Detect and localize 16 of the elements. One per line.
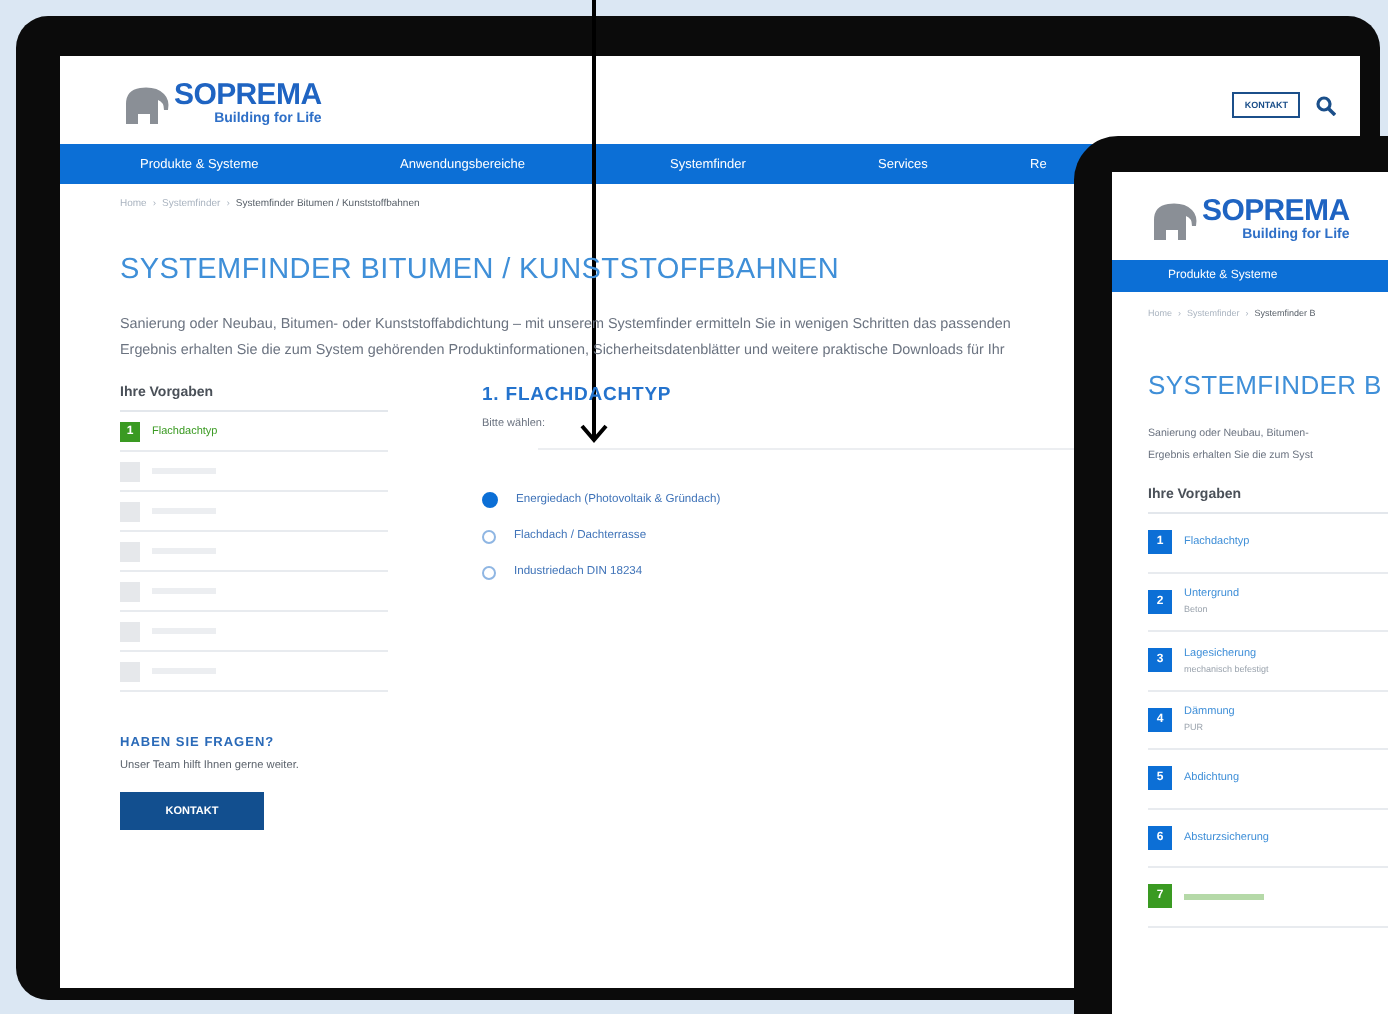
logo-wordmark: SOPREMA <box>174 80 322 110</box>
radio-button[interactable] <box>482 492 498 508</box>
step-number-box <box>120 581 140 601</box>
radio-button[interactable] <box>482 529 496 543</box>
step-number-box <box>120 461 140 481</box>
radio-button[interactable] <box>482 565 496 579</box>
step-number-box <box>120 541 140 561</box>
page-title: SYSTEMFINDER B <box>1148 370 1382 400</box>
elephant-icon <box>120 84 172 128</box>
logo-wordmark: SOPREMA <box>1202 196 1350 226</box>
search-icon <box>1316 95 1336 115</box>
step-number-box <box>120 621 140 641</box>
step-number-box <box>120 661 140 681</box>
elephant-icon <box>1148 200 1200 244</box>
step-number-box <box>120 501 140 521</box>
placeholder-line <box>1184 893 1264 900</box>
